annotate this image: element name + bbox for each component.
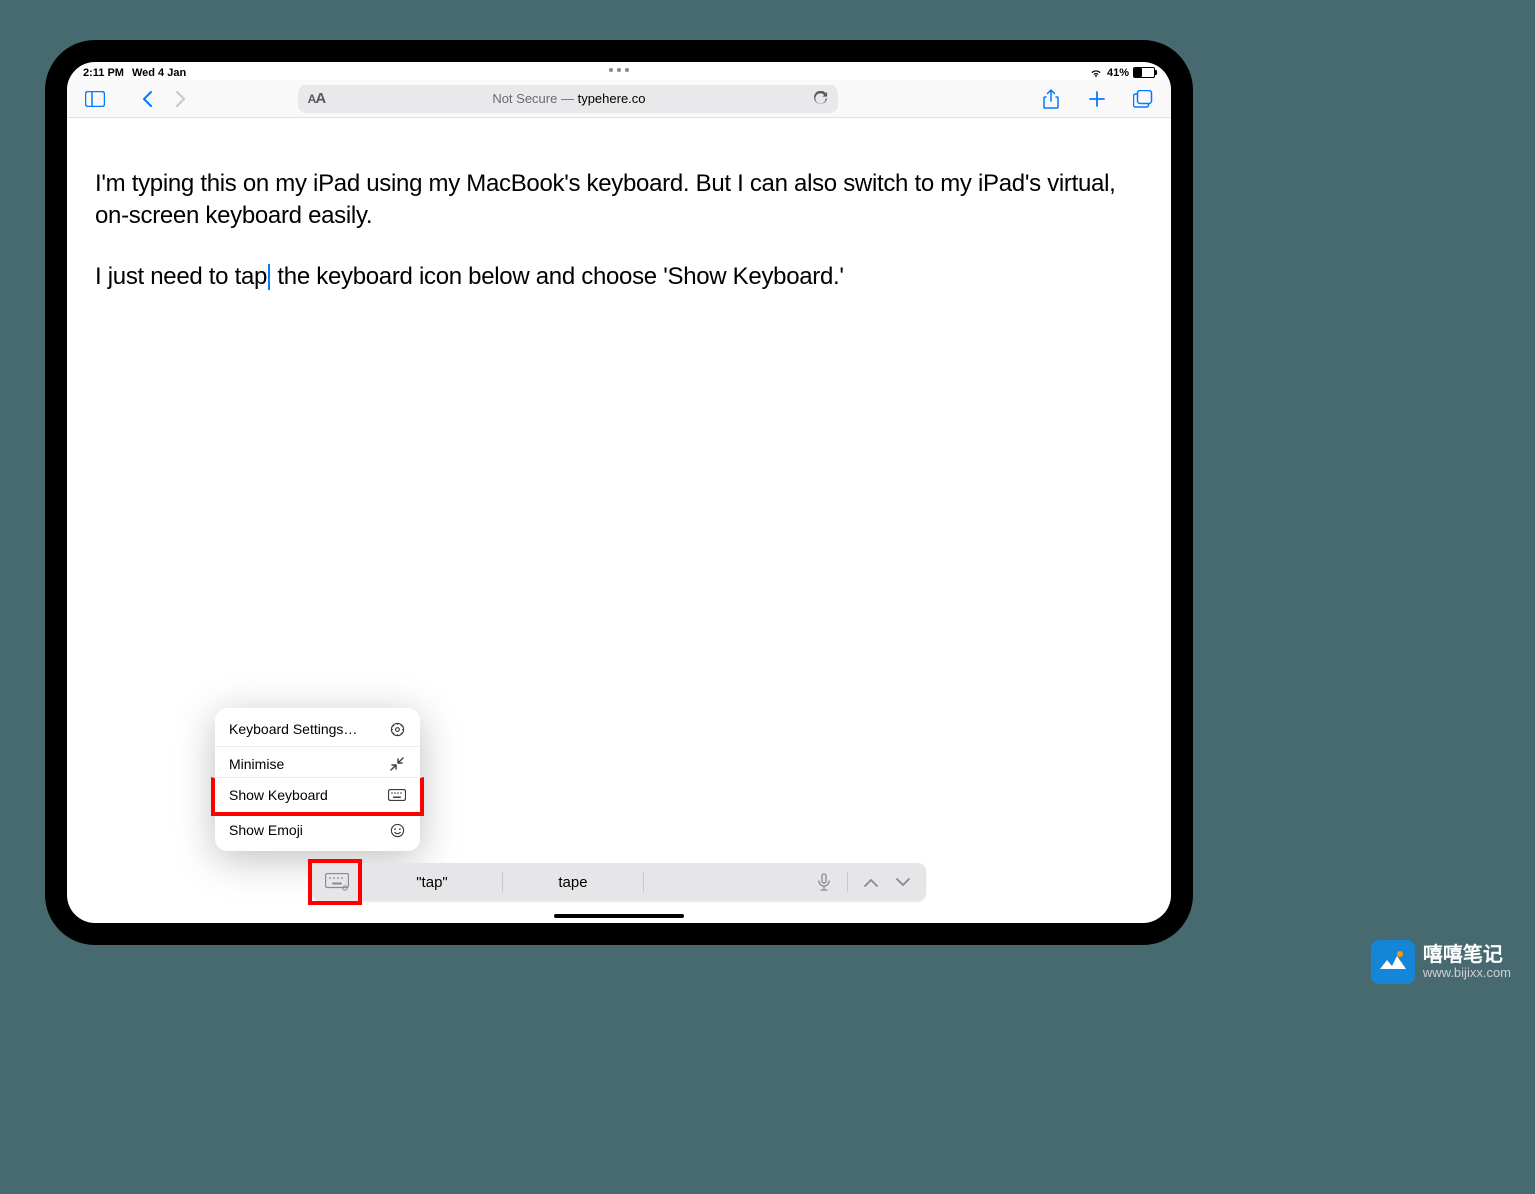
menu-show-keyboard[interactable]: Show Keyboard (211, 777, 424, 816)
keyboard-toggle-button[interactable] (312, 863, 362, 901)
watermark-logo-icon (1371, 940, 1415, 984)
divider (847, 872, 848, 892)
watermark-title: 嘻嘻笔记 (1423, 944, 1511, 966)
battery-percent: 41% (1107, 67, 1129, 79)
forward-button (167, 85, 195, 113)
safari-toolbar: AA Not Secure — typehere.co (67, 80, 1171, 118)
paragraph-2: I just need to tap the keyboard icon bel… (95, 261, 1143, 293)
address-bar[interactable]: AA Not Secure — typehere.co (298, 85, 838, 113)
wifi-icon (1089, 68, 1103, 78)
menu-minimise[interactable]: Minimise (215, 746, 420, 781)
home-indicator[interactable] (554, 914, 684, 918)
new-tab-icon[interactable] (1083, 85, 1111, 113)
redo-chevron-down-icon[interactable] (894, 873, 912, 891)
status-bar: 2:11 PM Wed 4 Jan 41% (67, 62, 1171, 80)
watermark-url: www.bijixx.com (1423, 966, 1511, 980)
menu-show-emoji[interactable]: Show Emoji (215, 812, 420, 847)
address-text: Not Secure — typehere.co (333, 91, 804, 106)
menu-label: Keyboard Settings… (229, 721, 357, 737)
keyboard-context-menu: Keyboard Settings… Minimise Show Keyboar… (215, 708, 420, 851)
battery-icon (1133, 67, 1155, 78)
sidebar-icon[interactable] (81, 85, 109, 113)
ipad-screen: 2:11 PM Wed 4 Jan 41% AA (67, 62, 1171, 923)
suggestion-bar: "tap" tape (312, 863, 926, 901)
text-size-icon[interactable]: AA (308, 90, 326, 107)
menu-label: Show Keyboard (229, 787, 328, 803)
undo-chevron-up-icon[interactable] (862, 873, 880, 891)
gear-icon (388, 720, 406, 738)
suggestion-2[interactable]: tape (503, 874, 643, 891)
tabs-icon[interactable] (1129, 85, 1157, 113)
divider (643, 872, 644, 892)
text-cursor (268, 264, 270, 290)
watermark: 嘻嘻笔记 www.bijixx.com (1371, 940, 1511, 984)
paragraph-1: I'm typing this on my iPad using my MacB… (95, 168, 1143, 233)
back-button[interactable] (133, 85, 161, 113)
status-time: 2:11 PM (83, 67, 124, 79)
menu-label: Minimise (229, 756, 284, 772)
menu-label: Show Emoji (229, 822, 303, 838)
multitask-dots-icon[interactable] (609, 68, 629, 72)
menu-keyboard-settings[interactable]: Keyboard Settings… (215, 712, 420, 746)
reload-icon[interactable] (813, 91, 828, 106)
ipad-device-frame: 2:11 PM Wed 4 Jan 41% AA (45, 40, 1193, 945)
suggestion-1[interactable]: "tap" (362, 874, 502, 891)
keyboard-icon (388, 786, 406, 804)
emoji-icon (388, 821, 406, 839)
status-date: Wed 4 Jan (132, 67, 186, 79)
minimise-icon (388, 755, 406, 773)
share-icon[interactable] (1037, 85, 1065, 113)
dictation-icon[interactable] (815, 873, 833, 891)
